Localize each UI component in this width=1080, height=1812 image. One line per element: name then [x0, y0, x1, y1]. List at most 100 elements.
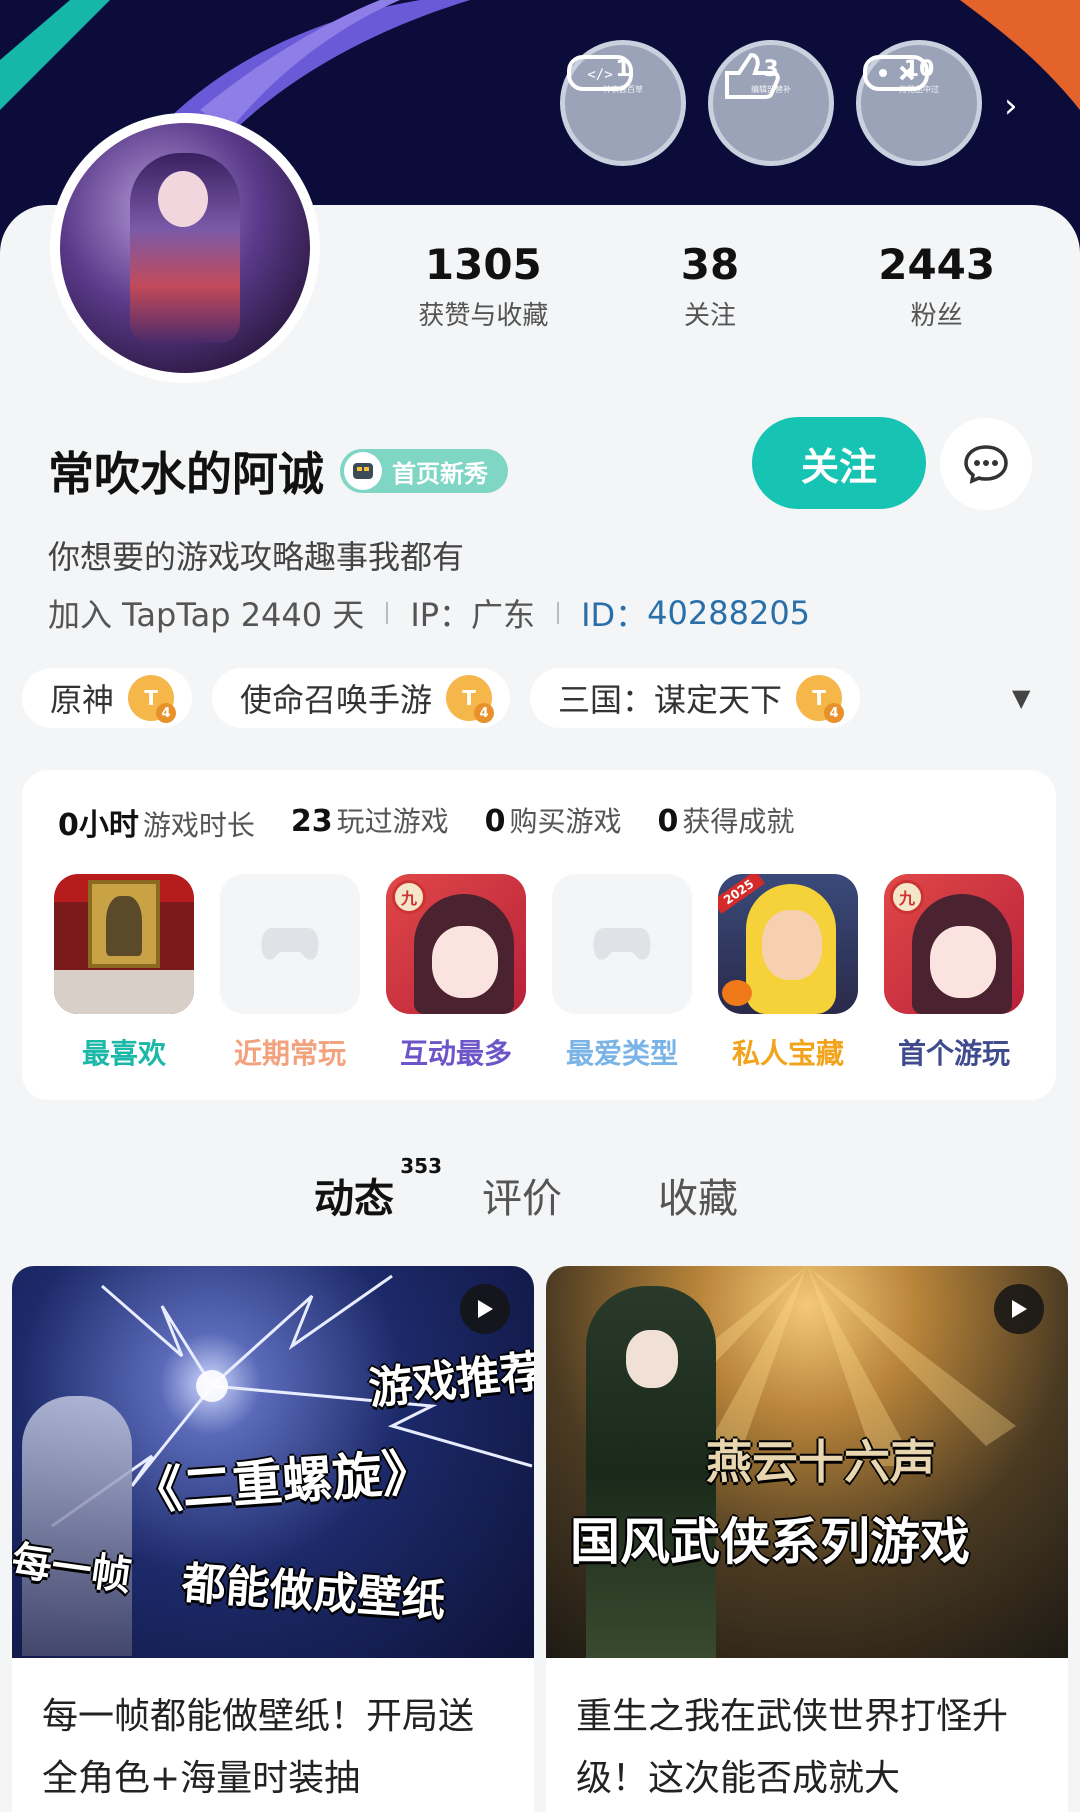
- game-chip[interactable]: 使命召唤手游 T4: [212, 668, 511, 728]
- post-feed: 游戏推荐 《二重螺旋》 每一帧 都能做成壁纸 每一帧都能做壁纸！开局送全角色+海…: [12, 1266, 1068, 1812]
- chat-bubble-icon: [964, 445, 1008, 484]
- dropdown-arrow-icon[interactable]: ▼: [1012, 684, 1030, 712]
- tile-recent[interactable]: 近期常玩: [220, 874, 360, 1072]
- gamepad-icon: [593, 928, 651, 960]
- avatar-image: [60, 123, 310, 373]
- tile-most-interactive[interactable]: 九 互动最多: [386, 874, 526, 1072]
- post-card[interactable]: 燕云十六声 国风武侠系列游戏 重生之我在武侠世界打怪升级！这次能否成就大: [546, 1266, 1068, 1812]
- level-letter: T: [812, 686, 826, 710]
- user-id-label: ID：: [581, 596, 648, 634]
- user-tag[interactable]: 首页新秀: [340, 449, 508, 493]
- game-chip[interactable]: 原神 T4: [22, 668, 193, 728]
- post-thumbnail[interactable]: 燕云十六声 国风武侠系列游戏: [546, 1266, 1068, 1658]
- tile-label: 首个游玩: [897, 1037, 1010, 1070]
- tab-count: 353: [400, 1154, 442, 1178]
- tile-label: 近期常玩: [233, 1037, 346, 1070]
- stat-label: 粉丝: [910, 301, 963, 331]
- game-summary-panel: 0小时 游戏时长 23 玩过游戏 0 购买游戏 0 获得成就 最喜欢 近期常玩 九 互动…: [22, 770, 1056, 1100]
- user-meta: 加入 TapTap 2440 天 IP：广东 ID： 40288205: [48, 590, 810, 636]
- post-thumbnail[interactable]: 游戏推荐 《二重螺旋》 每一帧 都能做成壁纸: [12, 1266, 534, 1658]
- content-tabs: 动态 353 评价 收藏: [314, 1154, 834, 1224]
- summary-label: 获得成就: [682, 805, 795, 838]
- svg-text:</>: </>: [587, 67, 612, 83]
- game-chip-name: 原神: [50, 681, 115, 719]
- gamepad-icon: [863, 55, 929, 91]
- play-icon[interactable]: [994, 1284, 1044, 1334]
- achievement-badge-2[interactable]: 3 编辑部替补: [708, 40, 834, 166]
- game-icon: 九: [884, 874, 1024, 1014]
- played-games-chips: 原神 T4 使命召唤手游 T4 三国：谋定天下 T4: [22, 668, 861, 728]
- level-number: 4: [156, 703, 177, 723]
- stat-followers[interactable]: 2443 粉丝: [823, 240, 1050, 332]
- user-bio: 你想要的游戏攻略趣事我都有: [48, 538, 465, 576]
- game-icon: 九: [386, 874, 526, 1014]
- user-id[interactable]: 40288205: [647, 594, 810, 632]
- summary-label: 玩过游戏: [336, 805, 449, 838]
- summary-played[interactable]: 23 玩过游戏: [291, 800, 449, 844]
- tile-favorite-genre[interactable]: 最爱类型: [552, 874, 692, 1072]
- summary-purchased[interactable]: 0 购买游戏: [485, 800, 622, 844]
- message-button[interactable]: [940, 418, 1032, 510]
- gamepad-icon: </>: [567, 55, 633, 91]
- stat-value: 1305: [424, 240, 542, 289]
- avatar[interactable]: [50, 113, 320, 383]
- tile-private-treasure[interactable]: 2025 私人宝藏: [718, 874, 858, 1072]
- user-tag-label: 首页新秀: [392, 459, 488, 488]
- follow-button[interactable]: 关注: [752, 417, 926, 509]
- thumbnail-text: 燕云十六声: [706, 1435, 936, 1489]
- tab-collections[interactable]: 收藏: [658, 1166, 738, 1224]
- stat-following[interactable]: 38 关注: [597, 240, 824, 332]
- game-icon: [54, 874, 194, 1014]
- rookie-badge-icon: [344, 452, 382, 490]
- tile-label: 最喜欢: [81, 1037, 166, 1070]
- tab-label: 动态: [314, 1176, 394, 1222]
- thumbnail-text: 国风武侠系列游戏: [570, 1513, 970, 1571]
- summary-value: 0: [657, 804, 679, 839]
- user-name: 常吹水的阿诚: [48, 447, 324, 501]
- game-chip[interactable]: 三国：谋定天下 T4: [530, 668, 861, 728]
- level-badge-icon: T4: [446, 675, 495, 723]
- name-row: 常吹水的阿诚 首页新秀: [48, 438, 508, 504]
- game-tiles: 最喜欢 近期常玩 九 互动最多 最爱类型 2025 私人宝藏 九 首个游玩: [54, 874, 1024, 1072]
- stat-value: 38: [680, 240, 740, 289]
- profile-card: 1305 获赞与收藏 38 关注 2443 粉丝 常吹水的阿诚 首页新秀 关注 …: [0, 113, 1080, 1812]
- tile-favorite[interactable]: 最喜欢: [54, 874, 194, 1072]
- tile-label: 私人宝藏: [731, 1037, 844, 1070]
- gamepad-icon: [261, 928, 319, 960]
- tab-posts[interactable]: 动态 353: [314, 1154, 442, 1224]
- level-letter: T: [462, 686, 476, 710]
- tab-reviews[interactable]: 评价: [482, 1166, 562, 1224]
- post-title[interactable]: 重生之我在武侠世界打怪升级！这次能否成就大: [546, 1658, 1068, 1810]
- game-icon: 2025: [718, 874, 858, 1014]
- tile-first-played[interactable]: 九 首个游玩: [884, 874, 1024, 1072]
- summary-value: 0: [484, 804, 506, 839]
- post-card[interactable]: 游戏推荐 《二重螺旋》 每一帧 都能做成壁纸 每一帧都能做壁纸！开局送全角色+海…: [12, 1266, 534, 1812]
- ip-location: IP：广东: [410, 596, 536, 634]
- tile-label: 最爱类型: [565, 1037, 678, 1070]
- game-chip-name: 使命召唤手游: [240, 681, 433, 719]
- achievement-badge-1[interactable]: 1 神农尝百草 </>: [560, 40, 686, 166]
- post-title[interactable]: 每一帧都能做壁纸！开局送全角色+海量时装抽: [12, 1658, 534, 1810]
- chevron-right-icon[interactable]: ›: [1004, 86, 1018, 126]
- thumbs-up-icon: [725, 52, 780, 99]
- profile-stats: 1305 获赞与收藏 38 关注 2443 粉丝: [370, 240, 1050, 332]
- summary-value: 23: [290, 804, 333, 839]
- stat-likes[interactable]: 1305 获赞与收藏: [370, 240, 597, 332]
- game-chip-name: 三国：谋定天下: [558, 681, 783, 719]
- summary-playtime[interactable]: 0小时 游戏时长: [58, 800, 255, 844]
- game-placeholder: [220, 874, 360, 1014]
- level-badge-icon: T4: [796, 675, 845, 723]
- stat-value: 2443: [878, 240, 996, 289]
- play-icon[interactable]: [460, 1284, 510, 1334]
- anniversary-seal: 九: [890, 880, 924, 914]
- level-badge-icon: T4: [128, 675, 177, 723]
- tab-label: 评价: [482, 1176, 562, 1222]
- summary-achievements[interactable]: 0 获得成就: [658, 800, 795, 844]
- divider: [386, 602, 389, 624]
- stat-label: 关注: [684, 301, 737, 331]
- tab-label: 收藏: [658, 1176, 738, 1222]
- summary-label: 游戏时长: [142, 809, 255, 842]
- achievement-badge-3[interactable]: 10 万花丛中过: [856, 40, 982, 166]
- level-number: 4: [474, 703, 495, 723]
- tile-label: 互动最多: [399, 1037, 512, 1070]
